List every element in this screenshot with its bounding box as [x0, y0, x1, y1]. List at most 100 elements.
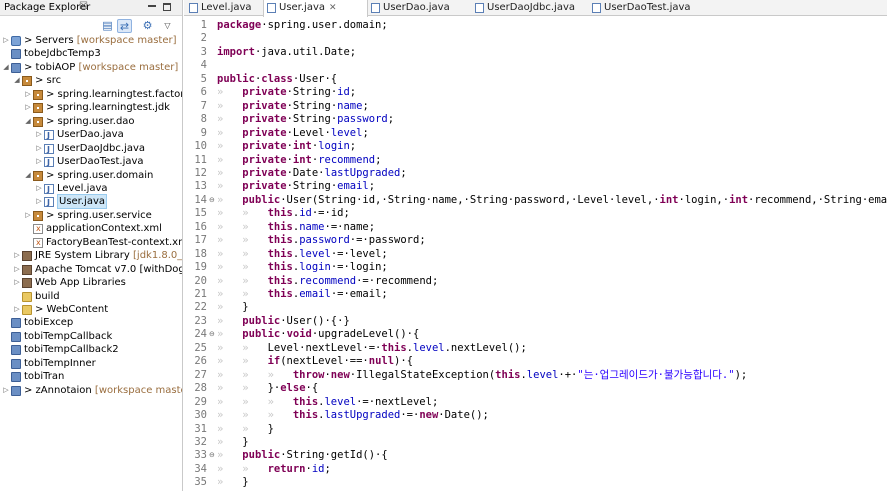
code-line[interactable]: » » return·id;	[217, 463, 331, 477]
expand-arrow-icon[interactable]: ▷	[13, 303, 21, 316]
editor-tab[interactable]: UserDaoTest.java	[589, 0, 691, 16]
tree-item[interactable]: tobiExcep	[0, 316, 182, 330]
tree-item[interactable]: ▷ UserDaoTest.java	[0, 155, 182, 169]
maximize-icon[interactable]	[163, 3, 171, 11]
code-line[interactable]: » » this.name·=·name;	[217, 221, 375, 235]
code-line[interactable]: » private·String·name;	[217, 100, 369, 114]
code-line[interactable]: » » this.login·=·login;	[217, 261, 388, 275]
expand-arrow-icon[interactable]: ▷	[35, 142, 43, 155]
code-line[interactable]: » public·void·upgradeLevel()·{	[217, 328, 419, 342]
tree-item[interactable]: ▷ > spring.learningtest.factorybean	[0, 88, 182, 102]
tree-item-text: > Servers	[24, 35, 74, 46]
java-file-icon	[475, 3, 484, 13]
editor-tab[interactable]: UserDao.java	[368, 0, 472, 16]
expand-arrow-icon[interactable]: ▷	[35, 155, 43, 168]
tree-item[interactable]: build	[0, 290, 182, 304]
expand-arrow-icon[interactable]: ▷	[13, 276, 21, 289]
code-line[interactable]: » » this.recommend·=·recommend;	[217, 275, 438, 289]
expand-arrow-icon[interactable]: ▷	[24, 209, 32, 222]
code-line[interactable]: » private·String·password;	[217, 113, 394, 127]
view-menu-icon[interactable]: ⚙	[140, 19, 155, 33]
tree-item[interactable]: tobiTran	[0, 370, 182, 384]
tree-item[interactable]: ▷ UserDaoJdbc.java	[0, 142, 182, 156]
code-line[interactable]: package·spring.user.domain;	[217, 19, 388, 33]
tree-item[interactable]: tobiTempInner	[0, 357, 182, 371]
editor-tab[interactable]: UserDaoJdbc.java	[472, 0, 589, 16]
code-line[interactable]: » private·int·recommend;	[217, 154, 381, 168]
code-line[interactable]: » » this.id·=·id;	[217, 207, 350, 221]
code-line[interactable]: import·java.util.Date;	[217, 46, 356, 60]
close-tab-icon[interactable]: ✕	[329, 3, 337, 13]
tree-item[interactable]: ▷ JRE System Library [jdk1.8.0_91]	[0, 249, 182, 263]
tree-item[interactable]: ◢ > spring.user.domain	[0, 169, 182, 183]
code-line[interactable]: » » Level·nextLevel·=·this.level.nextLev…	[217, 342, 527, 356]
code-line[interactable]: » » if(nextLevel·==·null)·{	[217, 355, 413, 369]
collapse-arrow-icon[interactable]: ◢	[13, 74, 21, 87]
tree-item[interactable]: ◢ > tobiAOP [workspace master]	[0, 61, 182, 75]
tree-item[interactable]: ▷ User.java	[0, 194, 182, 210]
tree-item[interactable]: ▷ > spring.learningtest.jdk	[0, 101, 182, 115]
editor-tab[interactable]: User.java ✕	[263, 0, 368, 17]
tree-item[interactable]: ▷ > WebContent	[0, 303, 182, 317]
tree-item[interactable]: tobeJdbcTemp3	[0, 47, 182, 61]
expand-arrow-icon[interactable]: ▷	[2, 34, 10, 47]
tree-item[interactable]: ▷ > spring.user.service	[0, 209, 182, 223]
tree-item[interactable]: FactoryBeanTest-context.xml	[0, 236, 182, 250]
code-line[interactable]: » » » throw·new·IllegalStateException(th…	[217, 369, 747, 383]
expand-arrow-icon[interactable]: ▷	[35, 195, 43, 208]
code-line[interactable]: » public·String·getId()·{	[217, 449, 388, 463]
code-line[interactable]: » private·String·id;	[217, 86, 356, 100]
close-view-icon[interactable]: ☒	[79, 1, 88, 12]
code-line[interactable]: » » this.email·=·email;	[217, 288, 388, 302]
fold-toggle-icon[interactable]: ⊖	[209, 194, 217, 208]
expand-arrow-icon[interactable]: ▷	[35, 182, 43, 195]
collapse-arrow-icon[interactable]: ◢	[24, 169, 32, 182]
collapse-arrow-icon[interactable]: ◢	[2, 61, 10, 74]
code-line[interactable]: » » » this.level·=·nextLevel;	[217, 396, 438, 410]
code-token: private	[242, 166, 287, 179]
fold-toggle-icon[interactable]: ⊖	[209, 328, 217, 342]
tree-item[interactable]: applicationContext.xml	[0, 222, 182, 236]
minimize-icon[interactable]	[148, 5, 156, 7]
tree-item[interactable]: ◢ > spring.user.dao	[0, 115, 182, 129]
code-line[interactable]: » private·Level·level;	[217, 127, 369, 141]
code-token: name	[337, 99, 363, 112]
editor-tab[interactable]: Level.java	[186, 0, 263, 16]
code-token: ·String·	[286, 113, 338, 126]
expand-arrow-icon[interactable]: ▷	[13, 249, 21, 262]
tree-item[interactable]: tobiTempCallback2	[0, 343, 182, 357]
link-with-editor-icon[interactable]: ⇄	[117, 19, 132, 33]
code-line[interactable]: public·class·User·{	[217, 73, 337, 87]
code-line[interactable]: » }	[217, 436, 249, 450]
chevron-down-icon[interactable]: ▽	[160, 19, 175, 33]
code-line[interactable]: » » this.password·=·password;	[217, 234, 426, 248]
expand-arrow-icon[interactable]: ▷	[24, 101, 32, 114]
tree-item[interactable]: ▷ > zAnnotaion [workspace master]	[0, 384, 182, 398]
code-line[interactable]: » » » this.lastUpgraded·=·new·Date();	[217, 409, 489, 423]
tree-item[interactable]: ▷ > Servers [workspace master]	[0, 34, 182, 48]
code-line[interactable]: » }	[217, 301, 249, 315]
tree-item[interactable]: tobiTempCallback	[0, 330, 182, 344]
expand-arrow-icon[interactable]: ▷	[2, 384, 10, 397]
tree-item[interactable]: ▷ UserDao.java	[0, 128, 182, 142]
tree-item[interactable]: ▷ Apache Tomcat v7.0 [withDog]	[0, 263, 182, 277]
collapse-all-icon[interactable]: ▤	[100, 19, 115, 33]
code-line[interactable]: » private·String·email;	[217, 180, 375, 194]
tree-item[interactable]: ◢ > src	[0, 74, 182, 88]
collapse-arrow-icon[interactable]: ◢	[24, 115, 32, 128]
code-line[interactable]: » » this.level·=·level;	[217, 248, 388, 262]
expand-arrow-icon[interactable]: ▷	[13, 263, 21, 276]
code-line[interactable]: » public·User()·{·}	[217, 315, 350, 329]
fold-toggle-icon[interactable]: ⊖	[209, 449, 217, 463]
code-line[interactable]: » }	[217, 476, 249, 490]
code-line[interactable]: » private·Date·lastUpgraded;	[217, 167, 407, 181]
code-token: email	[299, 288, 331, 300]
expand-arrow-icon[interactable]: ▷	[35, 128, 43, 141]
code-token: if	[267, 355, 281, 368]
code-line[interactable]: » » }·else·{	[217, 382, 318, 396]
code-line[interactable]: » » }	[217, 423, 274, 437]
expand-arrow-icon[interactable]: ▷	[24, 88, 32, 101]
code-line[interactable]: » private·int·login;	[217, 140, 356, 154]
tree-item[interactable]: ▷ Web App Libraries	[0, 276, 182, 290]
code-line[interactable]: » public·User(String·id,·String·name,·St…	[217, 194, 887, 208]
